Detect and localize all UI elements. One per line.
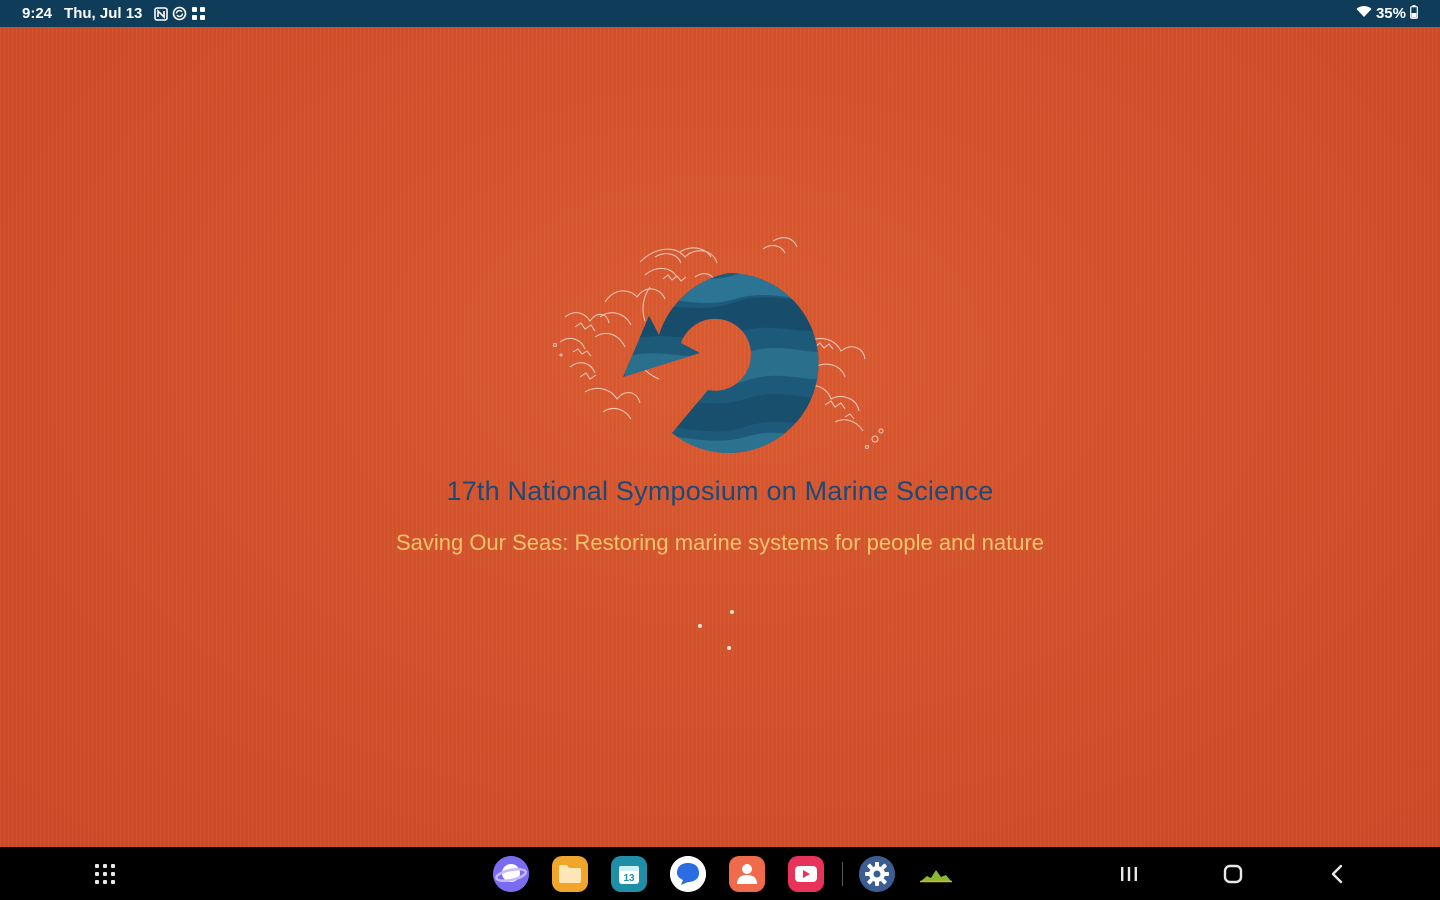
- sync-icon: [172, 6, 187, 21]
- settings-icon: [859, 856, 895, 892]
- status-time: 9:24: [22, 5, 53, 22]
- my-files-button[interactable]: [552, 856, 588, 892]
- samsung-internet-button[interactable]: [493, 856, 529, 892]
- splash-screen: 17th National Symposium on Marine Scienc…: [0, 27, 1440, 847]
- messages-icon: [670, 856, 706, 892]
- screen: 9:24 Thu, Jul 13 35% 17th National Sympo…: [0, 0, 1440, 900]
- app-drawer-icon: [95, 864, 115, 884]
- symposium-title: 17th National Symposium on Marine Scienc…: [446, 476, 994, 506]
- chart-app-icon: [920, 870, 952, 883]
- back-icon: [1331, 864, 1343, 884]
- youtube-button[interactable]: [788, 856, 824, 892]
- samsung-internet-icon: [493, 856, 529, 892]
- symposium-logo: [553, 237, 884, 453]
- home-button[interactable]: [1216, 857, 1250, 891]
- back-button[interactable]: [1320, 857, 1354, 891]
- taskbar-divider: [842, 862, 843, 886]
- contacts-icon: [737, 864, 757, 884]
- calendar-button[interactable]: 13: [611, 856, 647, 892]
- app-drawer-button[interactable]: [88, 857, 122, 891]
- navigation-bar: 13: [0, 847, 1440, 900]
- home-icon: [1223, 864, 1243, 884]
- status-notification-icons: [154, 6, 206, 21]
- my-files-icon: [559, 865, 581, 883]
- wifi-icon: [1356, 5, 1372, 22]
- chart-app-button[interactable]: [918, 856, 954, 892]
- battery-level: 35%: [1375, 5, 1406, 22]
- status-right: 35%: [1356, 0, 1418, 27]
- symposium-subtitle: Saving Our Seas: Restoring marine system…: [395, 530, 1045, 555]
- svg-text:13: 13: [623, 873, 635, 884]
- settings-button[interactable]: [859, 856, 895, 892]
- status-left: 9:24 Thu, Jul 13: [22, 0, 206, 27]
- calendar-icon: 13: [619, 866, 639, 884]
- apps-grid-icon: [191, 6, 206, 21]
- recents-icon: [1121, 867, 1137, 881]
- recents-button[interactable]: [1112, 857, 1146, 891]
- battery-icon: [1410, 4, 1418, 23]
- nfc-icon: [154, 6, 169, 21]
- status-bar: 9:24 Thu, Jul 13 35%: [0, 0, 1440, 27]
- youtube-icon: [795, 866, 817, 882]
- contacts-button[interactable]: [729, 856, 765, 892]
- messages-button[interactable]: [670, 856, 706, 892]
- loading-spinner: [690, 602, 740, 657]
- status-date: Thu, Jul 13: [64, 5, 143, 22]
